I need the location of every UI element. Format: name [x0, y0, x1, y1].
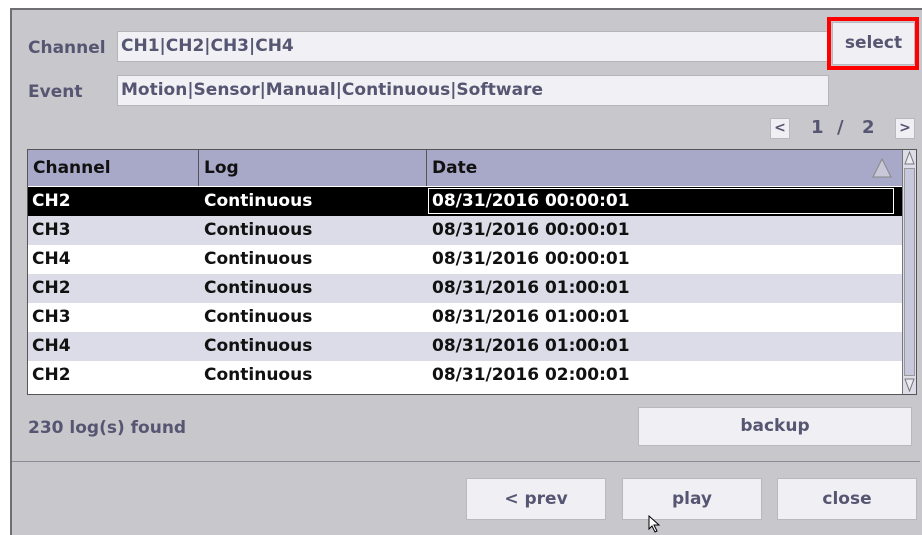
- vertical-scrollbar[interactable]: [902, 150, 916, 394]
- table-row[interactable]: CH2 Continuous 08/31/2016 02:00:01: [28, 361, 903, 390]
- cell-log: Continuous: [204, 191, 313, 211]
- event-label: Event: [28, 82, 83, 102]
- divider: [12, 461, 920, 462]
- table-row[interactable]: CH3 Continuous 08/31/2016 01:00:01: [28, 303, 903, 332]
- cell-date: 08/31/2016 01:00:01: [432, 336, 630, 356]
- channel-field[interactable]: CH1|CH2|CH3|CH4: [117, 31, 829, 62]
- cell-date: 08/31/2016 00:00:01: [432, 249, 630, 269]
- cell-log: Continuous: [204, 365, 313, 385]
- scroll-down-arrow-icon[interactable]: [904, 378, 915, 392]
- select-highlight-box: [827, 17, 919, 70]
- table-row[interactable]: CH2 Continuous 08/31/2016 00:00:01: [28, 187, 903, 216]
- cell-channel: CH3: [32, 307, 71, 327]
- column-header-channel[interactable]: Channel: [28, 150, 199, 186]
- cell-date: 08/31/2016 00:00:01: [432, 191, 630, 211]
- cell-channel: CH2: [32, 365, 71, 385]
- cell-date: 08/31/2016 02:00:01: [432, 365, 630, 385]
- play-button[interactable]: play: [622, 478, 762, 520]
- table-row[interactable]: CH4 Continuous 08/31/2016 00:00:01: [28, 245, 903, 274]
- page-current: 1: [811, 117, 824, 138]
- backup-button[interactable]: backup: [638, 407, 912, 446]
- page-total: 2: [862, 117, 875, 138]
- channel-label: Channel: [28, 38, 106, 58]
- cell-date: 08/31/2016 01:00:01: [432, 307, 630, 327]
- mouse-cursor-icon: [648, 515, 661, 533]
- logs-found-text: 230 log(s) found: [28, 418, 187, 438]
- cell-channel: CH3: [32, 220, 71, 240]
- table-row[interactable]: CH4 Continuous 08/31/2016 01:00:01: [28, 332, 903, 361]
- prev-button[interactable]: < prev: [466, 478, 606, 520]
- cell-log: Continuous: [204, 307, 313, 327]
- scroll-up-arrow-icon[interactable]: [904, 151, 915, 165]
- column-header-log[interactable]: Log: [199, 150, 427, 186]
- page-prev-button[interactable]: <: [770, 118, 790, 139]
- cell-channel: CH2: [32, 278, 71, 298]
- event-field[interactable]: Motion|Sensor|Manual|Continuous|Software: [117, 75, 829, 106]
- page-separator: /: [837, 117, 844, 138]
- table-row[interactable]: CH2 Continuous 08/31/2016 01:00:01: [28, 274, 903, 303]
- log-table: Channel Log Date CH2 Continuous 08/31/20…: [27, 149, 917, 395]
- cell-date: 08/31/2016 01:00:01: [432, 278, 630, 298]
- cell-log: Continuous: [204, 336, 313, 356]
- cell-log: Continuous: [204, 220, 313, 240]
- cell-date: 08/31/2016 00:00:01: [432, 220, 630, 240]
- cell-log: Continuous: [204, 278, 313, 298]
- sort-ascending-icon[interactable]: [871, 157, 893, 179]
- table-header: Channel Log Date: [28, 150, 903, 186]
- scroll-thumb[interactable]: [904, 168, 915, 376]
- cell-channel: CH2: [32, 191, 71, 211]
- page-next-button[interactable]: >: [895, 118, 915, 139]
- close-button[interactable]: close: [777, 478, 917, 520]
- table-row[interactable]: CH3 Continuous 08/31/2016 00:00:01: [28, 216, 903, 245]
- cell-channel: CH4: [32, 249, 71, 269]
- cell-channel: CH4: [32, 336, 71, 356]
- column-header-date[interactable]: Date: [427, 150, 903, 186]
- cell-log: Continuous: [204, 249, 313, 269]
